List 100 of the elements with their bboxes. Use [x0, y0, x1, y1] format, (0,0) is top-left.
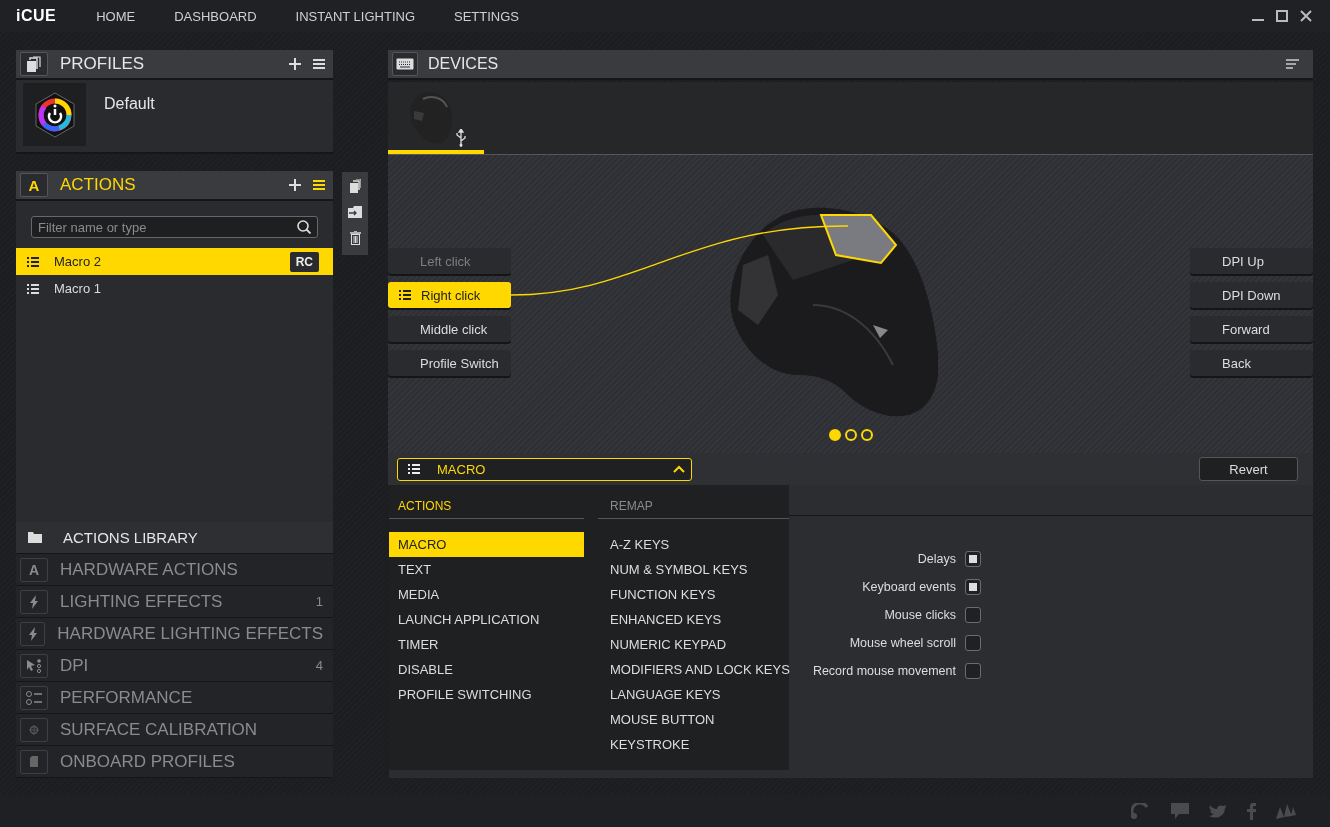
- menu-lines-icon[interactable]: [1286, 59, 1299, 69]
- profile-name: Default: [104, 95, 155, 114]
- menu-item[interactable]: MEDIA: [389, 582, 584, 607]
- menu-item[interactable]: LAUNCH APPLICATION: [389, 607, 584, 632]
- lightning-icon: [30, 594, 38, 609]
- checkbox[interactable]: [965, 551, 981, 567]
- checkbox[interactable]: [965, 663, 981, 679]
- nav-link[interactable]: INSTANT LIGHTING: [295, 8, 415, 24]
- library-item-label: PERFORMANCE: [60, 687, 194, 708]
- shortcut-badge: RC: [289, 251, 319, 272]
- filter-field[interactable]: Filter name or type: [31, 216, 318, 238]
- nav-link[interactable]: SETTINGS: [454, 8, 520, 24]
- library-item-label: HARDWARE LIGHTING EFFECTS: [57, 623, 323, 644]
- app-logo: iCUE: [16, 7, 57, 25]
- lightning-icon: [28, 626, 37, 641]
- menu-item[interactable]: DISABLE: [389, 657, 584, 682]
- close-icon[interactable]: [1300, 10, 1312, 22]
- menu-item[interactable]: KEYSTROKE: [598, 732, 789, 757]
- trash-icon[interactable]: [349, 231, 361, 245]
- library-item-label: HARDWARE ACTIONS: [60, 559, 239, 580]
- item-count: 4: [315, 658, 323, 673]
- hexagon-power-logo-icon: [33, 91, 76, 138]
- library-item[interactable]: HARDWARE LIGHTING EFFECTS: [16, 618, 333, 650]
- page-indicator-dot[interactable]: [844, 429, 857, 441]
- panel-title: ACTIONS: [60, 175, 137, 195]
- checkbox[interactable]: [965, 607, 981, 623]
- mouse-button-assignment[interactable]: Middle click: [388, 316, 511, 342]
- menu-item[interactable]: NUMERIC KEYPAD: [598, 632, 789, 657]
- menu-item[interactable]: TIMER: [389, 632, 584, 657]
- letter-icon: A: [28, 176, 40, 194]
- library-item-label: SURFACE CALIBRATION: [60, 719, 259, 740]
- nav-link[interactable]: DASHBOARD: [174, 8, 257, 24]
- page-indicator-dot[interactable]: [860, 429, 873, 441]
- action-name: Macro 1: [54, 281, 102, 296]
- menu-item[interactable]: A-Z KEYS: [598, 532, 789, 557]
- profile-card[interactable]: Default: [16, 80, 333, 154]
- letter-icon: A: [28, 561, 40, 578]
- nav-link[interactable]: HOME: [96, 8, 136, 24]
- menu-section-title: REMAP: [598, 493, 789, 519]
- menu-item[interactable]: PROFILE SWITCHING: [389, 682, 584, 707]
- mouse-button-assignment[interactable]: Back: [1190, 350, 1313, 376]
- menu-item[interactable]: NUM & SYMBOL KEYS: [598, 557, 789, 582]
- menu-icon[interactable]: [313, 58, 325, 70]
- stacked-pages-icon: [27, 56, 41, 72]
- option-label: Mouse wheel scroll: [849, 636, 956, 650]
- menu-item[interactable]: FUNCTION KEYS: [598, 582, 789, 607]
- cursor-dots-icon: [26, 657, 42, 674]
- action-list-item[interactable]: Macro 1: [16, 275, 333, 302]
- list-icon: [27, 255, 39, 268]
- menu-item[interactable]: MODIFIERS AND LOCK KEYS: [598, 657, 789, 682]
- menu-item[interactable]: ENHANCED KEYS: [598, 607, 789, 632]
- folder-icon: [28, 532, 42, 543]
- menu-section-title: ACTIONS: [389, 493, 584, 519]
- crosshair-icon: [29, 724, 39, 735]
- menu-item[interactable]: MACRO: [389, 532, 584, 557]
- caret-up-icon: [673, 465, 685, 473]
- list-icon: [399, 289, 411, 301]
- option-label: Delays: [917, 552, 956, 566]
- toggle-list-icon: [26, 690, 42, 705]
- item-count: 1: [315, 594, 323, 609]
- library-item-label: DPI: [60, 655, 90, 676]
- panel-title: PROFILES: [60, 54, 146, 74]
- checkbox[interactable]: [965, 635, 981, 651]
- mouse-button-assignment[interactable]: Profile Switch: [388, 350, 511, 376]
- list-icon: [408, 463, 420, 475]
- library-title: ACTIONS LIBRARY: [63, 529, 198, 546]
- usb-icon: [455, 129, 467, 147]
- revert-button[interactable]: Revert: [1199, 457, 1298, 481]
- memory-card-icon: [30, 756, 38, 767]
- library-item[interactable]: ONBOARD PROFILES: [16, 746, 333, 778]
- mouse-button-assignment[interactable]: DPI Down: [1190, 282, 1313, 308]
- menu-item[interactable]: MOUSE BUTTON: [598, 707, 789, 732]
- library-item[interactable]: A HARDWARE ACTIONS: [16, 554, 333, 586]
- action-type-dropdown[interactable]: MACRO: [397, 457, 692, 481]
- plus-icon[interactable]: [289, 179, 301, 191]
- folder-import-icon[interactable]: [348, 206, 362, 218]
- menu-icon[interactable]: [313, 179, 325, 191]
- panel-title: DEVICES: [428, 55, 500, 73]
- mouse-button-assignment[interactable]: Forward: [1190, 316, 1313, 342]
- option-label: Record mouse movement: [812, 664, 956, 678]
- library-item-label: ONBOARD PROFILES: [60, 751, 236, 772]
- plus-icon[interactable]: [289, 58, 301, 70]
- mouse-button-assignment[interactable]: Right click: [388, 282, 511, 308]
- menu-item[interactable]: TEXT: [389, 557, 584, 582]
- maximize-icon[interactable]: [1276, 10, 1288, 22]
- library-item[interactable]: PERFORMANCE: [16, 682, 333, 714]
- library-item[interactable]: SURFACE CALIBRATION: [16, 714, 333, 746]
- mouse-button-assignment[interactable]: DPI Up: [1190, 248, 1313, 274]
- library-item[interactable]: LIGHTING EFFECTS 1: [16, 586, 333, 618]
- option-label: Mouse clicks: [884, 608, 956, 622]
- page-indicator-dot[interactable]: [828, 429, 841, 441]
- search-icon[interactable]: [297, 220, 311, 234]
- checkbox[interactable]: [965, 579, 981, 595]
- library-header[interactable]: ACTIONS LIBRARY: [16, 522, 333, 554]
- action-name: Macro 2: [54, 254, 102, 269]
- menu-item[interactable]: LANGUAGE KEYS: [598, 682, 789, 707]
- library-item[interactable]: DPI 4: [16, 650, 333, 682]
- action-list-item[interactable]: Macro 2 RC: [16, 248, 333, 275]
- copy-icon[interactable]: [349, 179, 361, 193]
- option-label: Keyboard events: [862, 580, 956, 594]
